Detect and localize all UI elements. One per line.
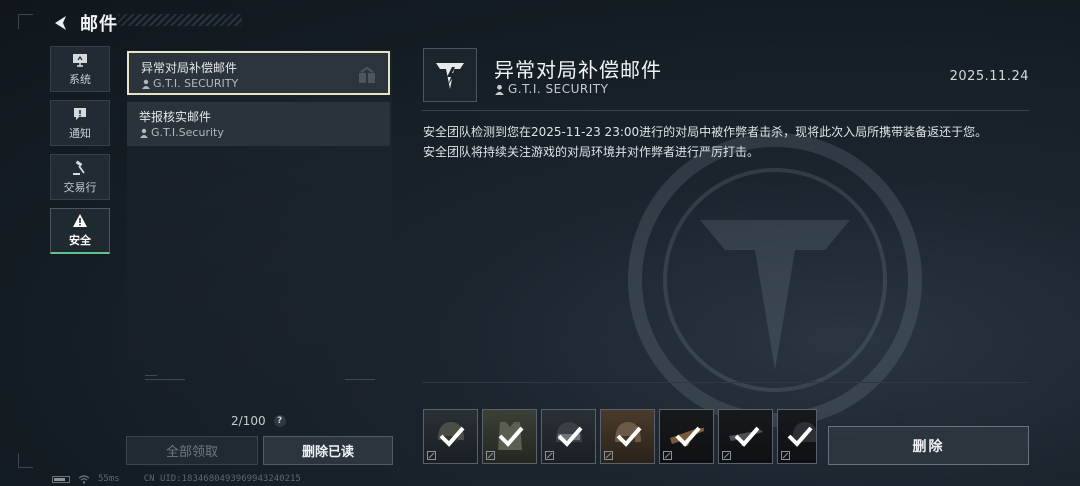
sidebar-item-security[interactable]: 安全 (50, 208, 110, 254)
person-icon (140, 128, 148, 138)
mail-body: 安全团队检测到您在2025-11-23 23:00进行的对局中被作弊者击杀，现将… (423, 122, 1063, 162)
mail-list-item[interactable]: 异常对局补偿邮件 G.T.I. SECURITY (127, 51, 390, 95)
mail-date: 2025.11.24 (949, 69, 1029, 84)
check-icon (498, 426, 524, 447)
claimed-marker-icon (427, 451, 436, 460)
check-icon (734, 426, 760, 447)
attachment-slot-helmet[interactable] (541, 409, 596, 464)
mail-count-text: 2/100 (231, 414, 266, 428)
sender-logo (423, 48, 477, 102)
uid-text: CN UID:1834680493969943240215 (143, 474, 301, 484)
attachment-slot-rifle[interactable] (659, 409, 714, 464)
mail-sender: G.T.I. SECURITY (141, 77, 376, 91)
mail-sender-name: G.T.I. SECURITY (153, 77, 239, 90)
background-emblem (628, 133, 922, 427)
delete-mail-button[interactable]: 删除 (828, 426, 1029, 465)
exclamation-icon (74, 107, 86, 120)
claimed-marker-icon (663, 451, 672, 460)
claimed-marker-icon (486, 451, 495, 460)
check-icon (439, 426, 465, 447)
mail-title: 举报核实邮件 (139, 110, 212, 124)
claim-all-button[interactable]: 全部领取 (126, 436, 258, 465)
sidebar-item-label: 安全 (69, 234, 91, 247)
page-title: 邮件 (80, 14, 118, 35)
ping-text: 55ms (98, 474, 120, 484)
mail-sender-name: G.T.I.Security (151, 126, 224, 139)
wifi-icon (78, 474, 90, 484)
sidebar-item-label: 系统 (69, 72, 91, 86)
gti-security-logo-icon (436, 63, 464, 89)
mail-list: 异常对局补偿邮件 G.T.I. SECURITY 举报核实邮件 G.T.I.Se… (127, 50, 392, 395)
header-hatch-decoration (118, 14, 242, 26)
claimed-marker-icon (604, 451, 613, 460)
battery-icon (52, 475, 70, 483)
person-icon (142, 79, 150, 89)
list-footer-decoration (145, 375, 375, 383)
attachment-slot-helmet[interactable] (777, 409, 817, 464)
divider (422, 382, 1029, 383)
sidebar-item-trade[interactable]: 交易行 (50, 154, 110, 200)
person-icon (495, 84, 504, 95)
mail-sender: G.T.I.Security (139, 126, 378, 140)
check-icon (787, 426, 813, 447)
check-icon (675, 426, 701, 447)
sidebar-item-label: 交易行 (63, 180, 97, 194)
mail-count: 2/100 ? (231, 414, 286, 428)
claimed-marker-icon (722, 451, 731, 460)
check-icon (557, 426, 583, 447)
mail-body-line: 安全团队检测到您在2025-11-23 23:00进行的对局中被作弊者击杀，现将… (423, 125, 988, 139)
divider (422, 110, 1029, 111)
mail-title: 异常对局补偿邮件 (141, 61, 238, 75)
category-sidebar: 系统 通知 交易行 安全 (50, 46, 112, 262)
help-icon[interactable]: ? (273, 415, 286, 427)
monitor-icon (73, 53, 87, 67)
header: 邮件 (50, 8, 118, 38)
check-icon (616, 426, 642, 447)
delete-read-button[interactable]: 删除已读 (263, 436, 393, 465)
attachment-gift-icon (359, 67, 375, 83)
attachment-list (423, 409, 817, 464)
mail-detail-sender: G.T.I. SECURITY (494, 82, 608, 96)
hud-corner (18, 14, 33, 29)
attachment-slot-rifle[interactable] (718, 409, 773, 464)
sidebar-item-label: 通知 (69, 126, 91, 140)
gavel-icon (73, 160, 85, 175)
claimed-marker-icon (781, 451, 790, 460)
attachment-slot-helmet[interactable] (423, 409, 478, 464)
sidebar-item-system[interactable]: 系统 (50, 46, 110, 92)
warning-icon (73, 214, 87, 227)
claimed-marker-icon (545, 451, 554, 460)
hud-corner (18, 453, 33, 468)
attachment-slot-helmet[interactable] (600, 409, 655, 464)
back-arrow-icon[interactable] (50, 13, 70, 33)
status-bar: 55ms CN UID:1834680493969943240215 (52, 474, 301, 484)
attachment-slot-vest[interactable] (482, 409, 537, 464)
mail-detail-title: 异常对局补偿邮件 (494, 58, 662, 82)
sidebar-item-notice[interactable]: 通知 (50, 100, 110, 146)
mail-body-line: 安全团队将持续关注游戏的对局环境并对作弊者进行严厉打击。 (423, 145, 760, 159)
mail-detail-sender-name: G.T.I. SECURITY (508, 82, 609, 96)
mail-list-item[interactable]: 举报核实邮件 G.T.I.Security (127, 102, 390, 146)
